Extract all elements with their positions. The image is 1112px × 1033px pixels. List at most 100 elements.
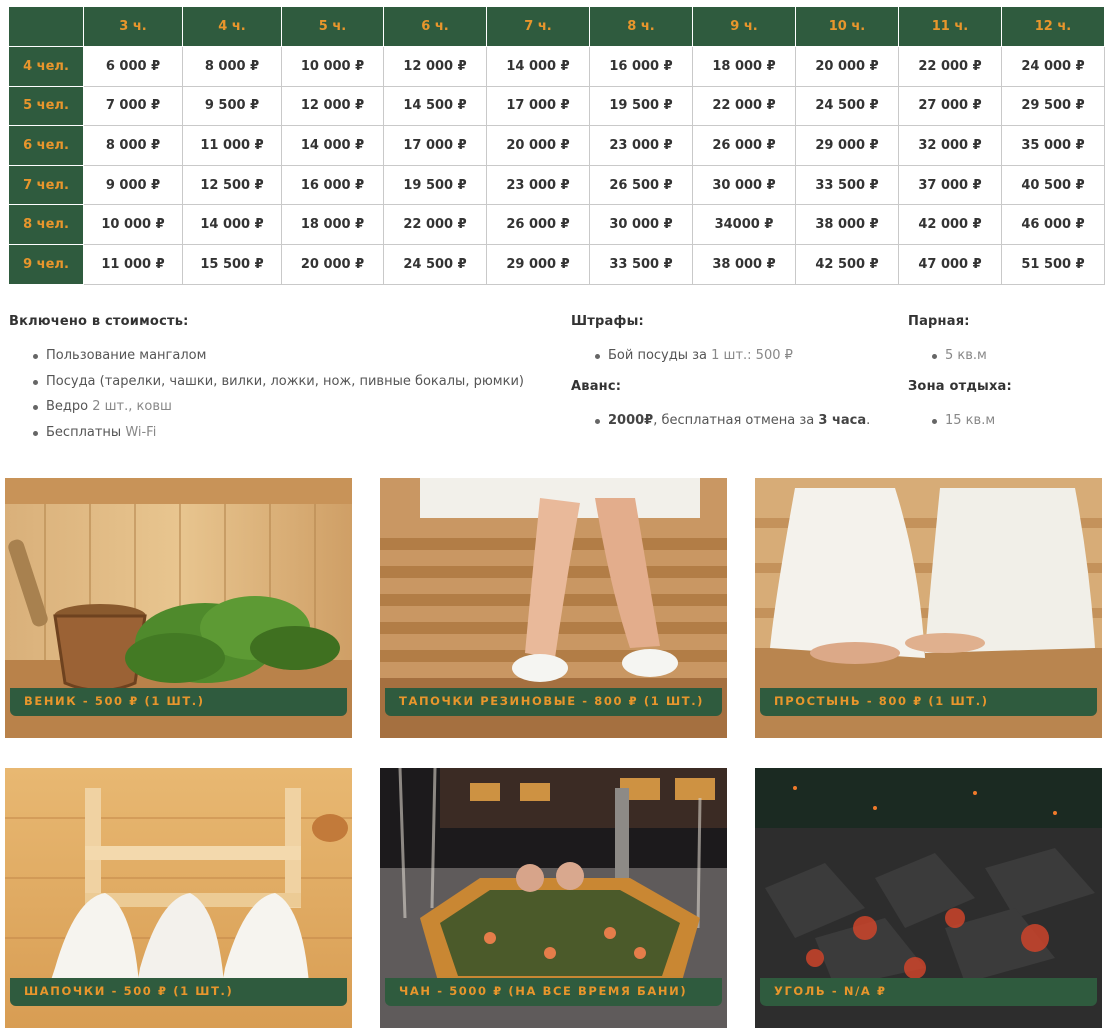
hour-header: 4 ч.: [182, 6, 282, 47]
price-cell: 16 000 ₽: [281, 164, 384, 206]
gallery-label: Веник - 500 ₽ (1 шт.): [10, 688, 347, 716]
price-table: 3 ч. 4 ч. 5 ч. 6 ч. 7 ч. 8 ч. 9 ч. 10 ч. 11 ч. 12…: [8, 6, 1105, 285]
gallery-label: Шапочки - 500 ₽ (1 шт.): [10, 978, 347, 1006]
gallery-label: Тапочки резиновые - 800 ₽ (1 шт.): [385, 688, 722, 716]
price-cell: 14 000 ₽: [486, 46, 590, 87]
price-cell: 23 000 ₽: [589, 125, 693, 166]
advance-title: Аванс:: [571, 378, 622, 394]
fines-list: Бой посуды за 1 шт.: 500 ₽: [571, 347, 870, 373]
price-cell: 24 500 ₽: [383, 243, 487, 285]
price-cell: 42 500 ₽: [795, 243, 899, 285]
gallery-label: Простынь - 800 ₽ (1 шт.): [760, 688, 1097, 716]
hour-header: 7 ч.: [486, 6, 590, 47]
price-cell: 32 000 ₽: [898, 125, 1002, 166]
price-cell: 14 500 ₽: [383, 85, 487, 127]
fines-advance-section: Штрафы: Бой посуды за 1 шт.: 500 ₽ Аванс…: [571, 314, 870, 437]
people-header: 5 чел.: [8, 85, 84, 127]
price-cell: 12 500 ₽: [182, 164, 282, 206]
price-cell: 22 000 ₽: [383, 204, 487, 245]
price-cell: 14 000 ₽: [182, 204, 282, 245]
price-cell: 10 000 ₽: [83, 204, 183, 245]
areas-section: Парная: 5 кв.м Зона отдыха: 15 кв.м: [908, 314, 1012, 437]
list-item: Пользование мангалом: [9, 347, 524, 373]
hour-header: 12 ч.: [1001, 6, 1105, 47]
table-row: 9 чел. 11 000 ₽15 500 ₽20 000 ₽24 500 ₽29…: [8, 243, 1105, 285]
price-cell: 34000 ₽: [692, 204, 796, 245]
gallery-card-broom[interactable]: Веник - 500 ₽ (1 шт.): [5, 478, 352, 738]
price-cell: 26 000 ₽: [692, 125, 796, 166]
price-cell: 6 000 ₽: [83, 46, 183, 87]
price-cell: 19 500 ₽: [589, 85, 693, 127]
table-row: 8 чел. 10 000 ₽14 000 ₽18 000 ₽22 000 ₽26…: [8, 204, 1105, 245]
table-body: 4 чел. 6 000 ₽8 000 ₽10 000 ₽12 000 ₽14 0…: [8, 46, 1105, 285]
advance-list: 2000₽, бесплатная отмена за 3 часа.: [571, 412, 870, 438]
price-cell: 10 000 ₽: [281, 46, 384, 87]
list-item-muted: Wi-Fi: [125, 424, 157, 440]
gallery-card-coal[interactable]: Уголь - N/A ₽: [755, 768, 1102, 1028]
advance-amount: 2000₽: [608, 412, 654, 428]
price-cell: 24 500 ₽: [795, 85, 899, 127]
included-section: Включено в стоимость: Пользование мангал…: [9, 314, 524, 449]
list-item-text: Бесплатны: [46, 424, 126, 440]
people-header: 8 чел.: [8, 204, 84, 245]
people-header: 6 чел.: [8, 125, 84, 166]
price-cell: 47 000 ₽: [898, 243, 1002, 285]
fines-item-muted: 1 шт.: 500 ₽: [711, 348, 793, 363]
fines-item-text: Бой посуды за: [608, 348, 712, 363]
hour-header: 10 ч.: [795, 6, 899, 47]
hour-header: 3 ч.: [83, 6, 183, 47]
price-cell: 11 000 ₽: [182, 125, 282, 166]
gallery-label: Уголь - N/A ₽: [760, 978, 1097, 1006]
table-header-row: 3 ч. 4 ч. 5 ч. 6 ч. 7 ч. 8 ч. 9 ч. 10 ч. 11 ч. 12…: [8, 6, 1105, 47]
price-cell: 8 000 ₽: [83, 125, 183, 166]
gallery-label: Чан - 5000 ₽ (на все время бани): [385, 978, 722, 1006]
price-cell: 20 000 ₽: [795, 46, 899, 87]
steam-room-area: 5 кв.м: [945, 348, 987, 363]
list-item: 2000₽, бесплатная отмена за 3 часа.: [571, 412, 870, 438]
table-row: 5 чел. 7 000 ₽9 500 ₽12 000 ₽14 500 ₽17 0…: [8, 85, 1105, 127]
list-item: Ведро 2 шт., ковш: [9, 398, 524, 424]
list-item: Бой посуды за 1 шт.: 500 ₽: [571, 347, 870, 373]
gallery-card-slippers[interactable]: Тапочки резиновые - 800 ₽ (1 шт.): [380, 478, 727, 738]
price-cell: 27 000 ₽: [898, 85, 1002, 127]
price-cell: 12 000 ₽: [383, 46, 487, 87]
included-title: Включено в стоимость:: [9, 314, 189, 329]
price-cell: 18 000 ₽: [281, 204, 384, 245]
gallery-card-hot-tub[interactable]: Чан - 5000 ₽ (на все время бани): [380, 768, 727, 1028]
gallery-card-sheet[interactable]: Простынь - 800 ₽ (1 шт.): [755, 478, 1102, 738]
list-item-text: Ведро: [46, 399, 93, 414]
list-item: 5 кв.м: [908, 347, 1012, 373]
price-cell: 35 000 ₽: [1001, 125, 1105, 166]
price-cell: 7 000 ₽: [83, 85, 183, 127]
list-item-muted: 2 шт., ковш: [92, 399, 172, 414]
price-cell: 19 500 ₽: [383, 164, 487, 206]
price-cell: 12 000 ₽: [281, 85, 384, 127]
hour-header: 5 ч.: [281, 6, 384, 47]
price-cell: 9 000 ₽: [83, 164, 183, 206]
price-cell: 22 000 ₽: [692, 85, 796, 127]
gallery-card-hats[interactable]: Шапочки - 500 ₽ (1 шт.): [5, 768, 352, 1028]
price-cell: 17 000 ₽: [383, 125, 487, 166]
included-list: Пользование мангалом Посуда (тарелки, ча…: [9, 347, 524, 449]
fines-title: Штрафы:: [571, 314, 644, 329]
price-cell: 29 000 ₽: [795, 125, 899, 166]
people-header: 9 чел.: [8, 243, 84, 285]
price-cell: 46 000 ₽: [1001, 204, 1105, 245]
price-cell: 9 500 ₽: [182, 85, 282, 127]
list-item: Посуда (тарелки, чашки, вилки, ложки, но…: [9, 373, 524, 399]
steam-room-list: 5 кв.м: [908, 347, 1012, 373]
list-item: Бесплатны Wi-Fi: [9, 424, 524, 450]
price-cell: 30 000 ₽: [692, 164, 796, 206]
price-cell: 33 500 ₽: [589, 243, 693, 285]
rest-zone-title: Зона отдыха:: [908, 378, 1012, 394]
rest-zone-list: 15 кв.м: [908, 412, 1012, 438]
list-item-text: Посуда (тарелки, чашки, вилки, ложки, но…: [46, 373, 524, 389]
people-header: 4 чел.: [8, 46, 84, 87]
price-cell: 20 000 ₽: [281, 243, 384, 285]
steam-room-title: Парная:: [908, 314, 970, 329]
price-cell: 17 000 ₽: [486, 85, 590, 127]
price-cell: 51 500 ₽: [1001, 243, 1105, 285]
price-cell: 26 000 ₽: [486, 204, 590, 245]
price-cell: 38 000 ₽: [692, 243, 796, 285]
price-cell: 14 000 ₽: [281, 125, 384, 166]
